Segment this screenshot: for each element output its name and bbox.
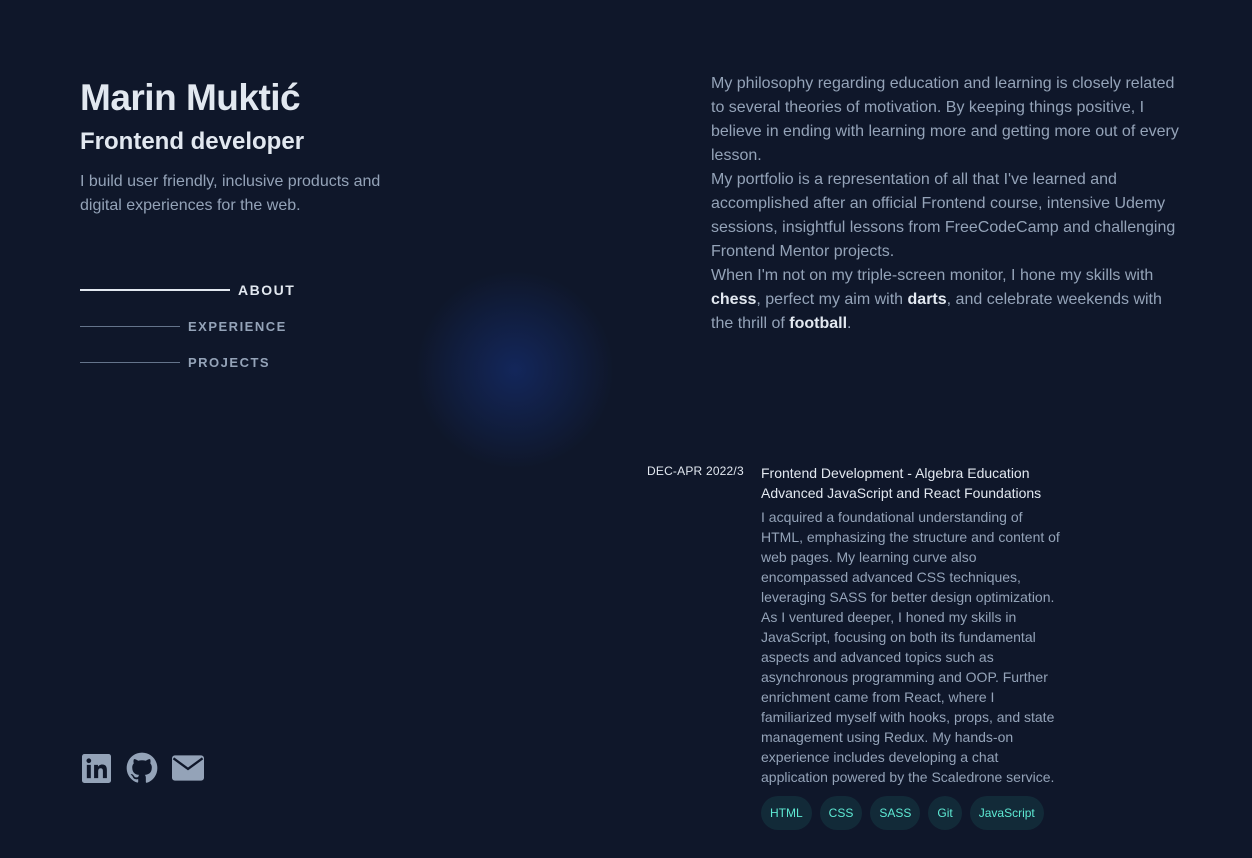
tagline: I build user friendly, inclusive product… (80, 173, 381, 214)
experience-title: Frontend Development - Algebra Education… (761, 463, 1061, 503)
nav-label: ABOUT (238, 282, 296, 298)
github-icon (126, 752, 158, 783)
hobby-darts: darts (907, 291, 947, 308)
experience-body: Frontend Development - Algebra Education… (761, 462, 1061, 830)
tech-tag: CSS (819, 796, 863, 830)
linkedin-link[interactable] (80, 751, 112, 785)
nav-item-about[interactable]: ABOUT (80, 272, 295, 308)
nav-indicator (80, 289, 230, 291)
github-link[interactable] (126, 751, 158, 785)
experience-subtitle-line: Advanced JavaScript and React Foundation… (761, 485, 1042, 501)
nav-label: PROJECTS (188, 354, 271, 370)
about-section: My philosophy regarding education and le… (711, 72, 1181, 336)
about-paragraph: My philosophy regarding education and le… (711, 75, 1179, 164)
mail-icon (172, 755, 204, 781)
about-paragraph: When I'm not on my triple-screen monitor… (711, 267, 1162, 332)
email-link[interactable] (172, 751, 204, 785)
about-paragraph: My portfolio is a representation of all … (711, 171, 1176, 260)
tech-tag: Git (928, 796, 962, 830)
tech-tags: HTML CSS SASS Git JavaScript (761, 796, 1061, 830)
tech-tag: SASS (870, 796, 921, 830)
nav-indicator (80, 325, 180, 327)
section-nav: ABOUT EXPERIENCE PROJECTS (80, 272, 295, 380)
role-subtitle: Frontend developer (80, 128, 305, 155)
hobby-football: football (789, 315, 848, 332)
name-heading: Marin Muktić (80, 77, 301, 118)
tech-tag: HTML (761, 796, 812, 830)
tech-tag: JavaScript (969, 796, 1044, 830)
nav-item-projects[interactable]: PROJECTS (80, 344, 295, 380)
hobby-chess: chess (711, 291, 757, 308)
social-links (80, 751, 204, 785)
experience-title-line: Frontend Development - Algebra Education (761, 465, 1030, 481)
nav-label: EXPERIENCE (188, 318, 287, 334)
nav-indicator (80, 361, 180, 363)
portfolio-page: Marin Muktić Frontend developer I build … (0, 0, 1252, 858)
header-column: Marin Muktić Frontend developer I build … (80, 0, 500, 858)
experience-description: I acquired a foundational understanding … (761, 509, 1060, 785)
linkedin-icon (81, 753, 111, 783)
experience-date: DEC-APR 2022/3 (647, 464, 744, 478)
nav-item-experience[interactable]: EXPERIENCE (80, 308, 295, 344)
